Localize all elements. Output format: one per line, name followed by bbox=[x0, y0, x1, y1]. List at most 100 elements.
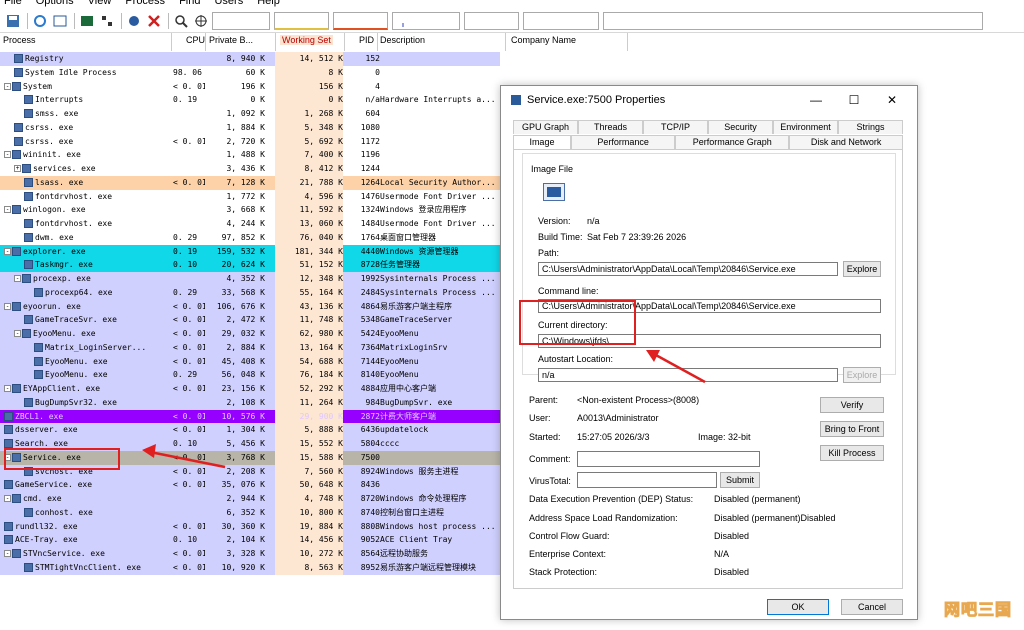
process-row[interactable]: GameService. exe < 0. 01 35, 076 K 50, 648 … bbox=[0, 478, 500, 492]
process-row[interactable]: + services. exe 3, 436 K 8, 412 K 1244 bbox=[0, 162, 500, 176]
verify-button[interactable]: Verify bbox=[820, 397, 884, 413]
find-icon[interactable] bbox=[172, 12, 190, 30]
process-row[interactable]: - procexp. exe 4, 352 K 12, 348 K 1992 Sysint… bbox=[0, 272, 500, 286]
tab-performance-graph[interactable]: Performance Graph bbox=[675, 135, 790, 149]
path-field[interactable]: C:\Users\Administrator\AppData\Local\Tem… bbox=[538, 262, 838, 276]
process-row[interactable]: ACE-Tray. exe 0. 10 2, 104 K 14, 456 K 9052 A… bbox=[0, 533, 500, 547]
process-row[interactable]: conhost. exe 6, 352 K 10, 800 K 8740 控制台窗口主进… bbox=[0, 505, 500, 520]
collapse-icon[interactable]: - bbox=[4, 82, 11, 90]
col-working-set[interactable]: Working Set bbox=[280, 35, 333, 45]
collapse-icon[interactable]: - bbox=[4, 151, 11, 159]
process-row[interactable]: - STVncService. exe < 0. 01 3, 328 K 10, 272… bbox=[0, 547, 500, 561]
process-row[interactable]: Taskmgr. exe 0. 10 20, 624 K 51, 152 K 8728 任… bbox=[0, 258, 500, 272]
col-sep[interactable] bbox=[505, 33, 506, 51]
cancel-button[interactable]: Cancel bbox=[841, 599, 903, 615]
bring-to-front-button[interactable]: Bring to Front bbox=[820, 421, 884, 437]
col-sep[interactable] bbox=[205, 33, 206, 51]
tab-threads[interactable]: Threads bbox=[578, 120, 643, 134]
menu-options[interactable]: Options bbox=[36, 0, 74, 8]
refresh-icon[interactable] bbox=[31, 12, 49, 30]
window-icon[interactable] bbox=[51, 12, 69, 30]
disk-graph[interactable] bbox=[464, 11, 519, 30]
kill-icon[interactable] bbox=[145, 12, 163, 30]
col-sep[interactable] bbox=[344, 33, 345, 51]
process-row[interactable]: fontdrvhost. exe 1, 772 K 4, 596 K 1476 User… bbox=[0, 189, 500, 204]
autostart-explore-button[interactable]: Explore bbox=[843, 367, 881, 383]
process-row[interactable]: EyooMenu. exe 0. 29 56, 048 K 76, 184 K 8140… bbox=[0, 368, 500, 382]
network-graph[interactable] bbox=[392, 11, 460, 30]
collapse-icon[interactable]: - bbox=[4, 385, 11, 392]
process-row[interactable]: rundll32. exe < 0. 01 30, 360 K 19, 884 K 88… bbox=[0, 519, 500, 534]
commit-graph[interactable] bbox=[274, 11, 329, 30]
process-row[interactable]: EyooMenu. exe < 0. 01 45, 408 K 54, 688 K 71… bbox=[0, 354, 500, 369]
gpu-graph[interactable] bbox=[523, 11, 599, 30]
process-row[interactable]: STMTightVncClient. exe < 0. 01 10, 920 K 8,… bbox=[0, 560, 500, 575]
tab-gpu-graph[interactable]: GPU Graph bbox=[513, 120, 578, 134]
process-row[interactable]: fontdrvhost. exe 4, 244 K 13, 060 K 1484 Use… bbox=[0, 217, 500, 231]
tab-security[interactable]: Security bbox=[708, 120, 773, 134]
minimize-icon[interactable]: — bbox=[797, 90, 835, 110]
tree-icon[interactable] bbox=[98, 12, 116, 30]
col-sep[interactable] bbox=[171, 33, 172, 51]
tab-strings[interactable]: Strings bbox=[838, 120, 903, 134]
process-row[interactable]: csrss. exe 1, 884 K 5, 348 K 1080 bbox=[0, 120, 500, 135]
col-pid[interactable]: PID bbox=[359, 35, 374, 45]
tab-image[interactable]: Image bbox=[513, 135, 571, 149]
tab-tcpip[interactable]: TCP/IP bbox=[643, 120, 708, 134]
collapse-icon[interactable]: - bbox=[4, 495, 11, 502]
process-row[interactable]: smss. exe 1, 092 K 1, 268 K 604 bbox=[0, 107, 500, 121]
io-graph[interactable] bbox=[333, 11, 388, 30]
col-process[interactable]: Process bbox=[3, 35, 36, 45]
menu-users[interactable]: Users bbox=[214, 0, 243, 8]
col-company[interactable]: Company Name bbox=[511, 35, 576, 45]
menu-find[interactable]: Find bbox=[179, 0, 200, 8]
process-row[interactable]: - EyooMenu. exe < 0. 01 29, 032 K 62, 980 K 5… bbox=[0, 327, 500, 341]
kill-process-button[interactable]: Kill Process bbox=[820, 445, 884, 461]
col-sep[interactable] bbox=[377, 33, 378, 51]
process-row[interactable]: dwm. exe 0. 29 97, 852 K 76, 040 K 1764 桌面窗口管… bbox=[0, 230, 500, 245]
submit-button[interactable]: Submit bbox=[720, 472, 760, 488]
collapse-icon[interactable]: - bbox=[14, 330, 21, 337]
process-row[interactable]: - eyoorun. exe < 0. 01 106, 676 K 43, 136 K 4… bbox=[0, 299, 500, 314]
process-row[interactable]: BugDumpSvr32. exe 2, 108 K 11, 264 K 984 Bug… bbox=[0, 395, 500, 410]
target-icon[interactable] bbox=[192, 12, 210, 30]
col-sep[interactable] bbox=[275, 33, 276, 51]
explore-button[interactable]: Explore bbox=[843, 261, 881, 277]
ok-button[interactable]: OK bbox=[767, 599, 829, 615]
process-row[interactable]: - EYAppClient. exe < 0. 01 23, 156 K 52, 292… bbox=[0, 382, 500, 396]
process-row[interactable]: Matrix_LoginServer... < 0. 01 2, 884 K 13, … bbox=[0, 340, 500, 355]
process-row[interactable]: procexp64. exe 0. 29 33, 568 K 55, 164 K 248… bbox=[0, 285, 500, 300]
process-row[interactable]: ZBCL1. exe < 0. 01 10, 576 K 29, 900 K 2872 计… bbox=[0, 409, 500, 424]
dll-icon[interactable] bbox=[125, 12, 143, 30]
collapse-icon[interactable]: - bbox=[4, 550, 11, 557]
save-icon[interactable] bbox=[4, 12, 22, 30]
close-icon[interactable]: ✕ bbox=[873, 90, 911, 110]
process-row[interactable]: dsserver. exe < 0. 01 1, 304 K 5, 888 K 6436… bbox=[0, 423, 500, 437]
process-row[interactable]: GameTraceSvr. exe < 0. 01 2, 472 K 11, 748 … bbox=[0, 313, 500, 327]
menu-file[interactable]: File bbox=[4, 0, 22, 8]
process-row[interactable]: - cmd. exe 2, 944 K 4, 748 K 8720 Windows 命令处… bbox=[0, 492, 500, 506]
col-description[interactable]: Description bbox=[380, 35, 425, 45]
tab-environment[interactable]: Environment bbox=[773, 120, 838, 134]
process-row[interactable]: - wininit. exe 1, 488 K 7, 400 K 1196 bbox=[0, 148, 500, 162]
virustotal-field[interactable] bbox=[577, 472, 717, 488]
cpu-graph[interactable] bbox=[212, 11, 270, 30]
expand-icon[interactable]: + bbox=[14, 165, 21, 172]
process-row[interactable]: System Idle Process 98. 06 60 K 8 K 0 bbox=[0, 65, 500, 80]
col-private-bytes[interactable]: Private B... bbox=[209, 35, 253, 45]
menu-help[interactable]: Help bbox=[257, 0, 280, 8]
collapse-icon[interactable]: - bbox=[4, 206, 11, 214]
tab-disk-network[interactable]: Disk and Network bbox=[789, 135, 904, 149]
autostart-field[interactable]: n/a bbox=[538, 368, 838, 382]
process-row[interactable]: - explorer. exe 0. 19 159, 532 K 181, 344 K 4… bbox=[0, 244, 500, 259]
col-cpu[interactable]: CPU bbox=[186, 35, 205, 45]
maximize-icon[interactable]: ☐ bbox=[835, 90, 873, 110]
menu-view[interactable]: View bbox=[88, 0, 112, 8]
collapse-icon[interactable]: - bbox=[4, 302, 11, 310]
collapse-icon[interactable]: - bbox=[14, 275, 21, 282]
process-row[interactable]: Registry 8, 940 K 14, 512 K 152 bbox=[0, 52, 500, 66]
collapse-icon[interactable]: - bbox=[4, 247, 11, 255]
status-graph[interactable] bbox=[603, 11, 983, 30]
process-row[interactable]: Interrupts 0. 19 0 K 0 K n/a Hardware Interru… bbox=[0, 93, 500, 107]
menu-process[interactable]: Process bbox=[125, 0, 165, 8]
